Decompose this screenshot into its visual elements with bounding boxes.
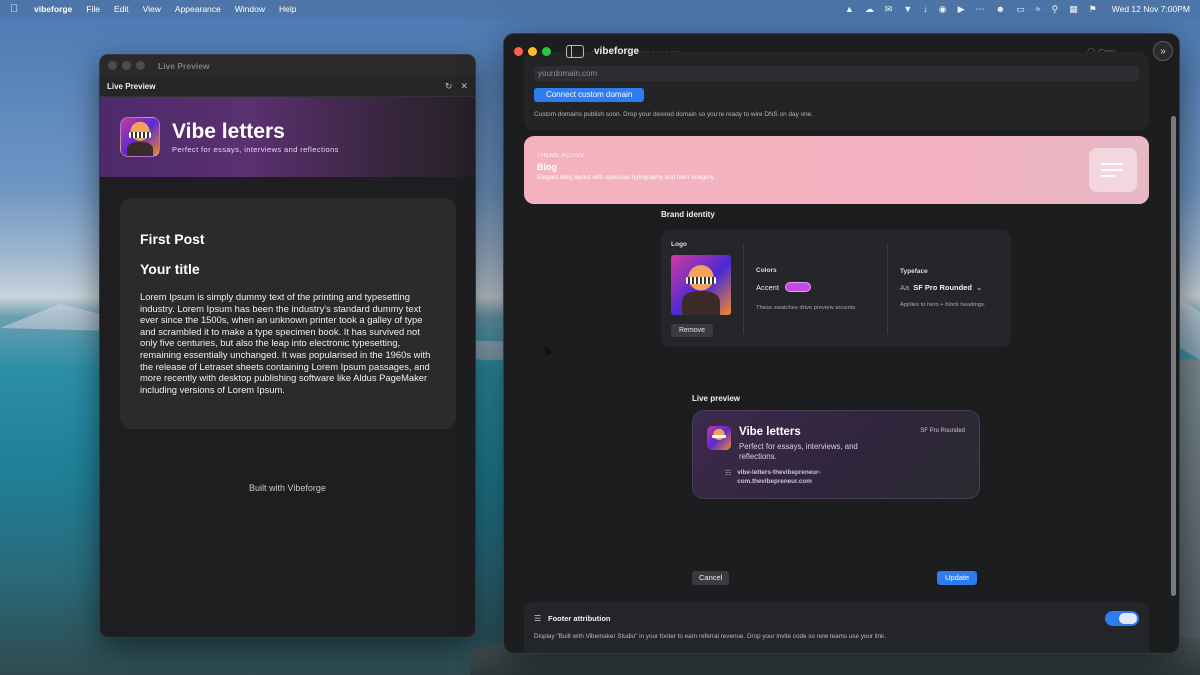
wifi-icon[interactable]: ≈ [1036, 4, 1041, 14]
live-preview-label: Live preview [692, 394, 741, 403]
play-icon[interactable]: ▶ [958, 4, 965, 15]
battery-icon[interactable]: ▭ [1016, 4, 1025, 15]
hero-subtitle: Perfect for essays, interviews and refle… [172, 145, 339, 154]
typeface-prefix: Aa [900, 283, 910, 292]
vibeforge-window: vibeforge the.thevibepreneur.com ◯Copy »… [503, 33, 1180, 654]
colors-note: These swatches drive preview accents. [756, 305, 857, 311]
theme-name: Blog [537, 162, 557, 172]
post-subtitle: Your title [140, 261, 200, 277]
avatar [707, 426, 731, 450]
shield-icon[interactable]: ▼ [903, 4, 912, 14]
typeface-note: Applies to hero + block headings. [900, 302, 986, 308]
refresh-icon[interactable]: ↻ [445, 81, 453, 92]
zoom-button[interactable] [136, 61, 145, 70]
globe-icon: ☷ [725, 470, 732, 477]
menu-window[interactable]: Window [235, 4, 265, 14]
minimize-button[interactable] [528, 46, 537, 56]
apple-menu-icon[interactable]:  [10, 3, 22, 15]
post-title: First Post [140, 231, 205, 247]
typeface-label: Typeface [900, 268, 928, 275]
vibeforge-titlebar[interactable]: vibeforge [504, 34, 1179, 68]
flag-icon[interactable]: ⚑ [1089, 4, 1097, 15]
menu-edit[interactable]: Edit [114, 4, 129, 14]
update-button[interactable]: Update [937, 571, 978, 585]
window-title: Live Preview [158, 60, 210, 71]
text-lines-icon [1089, 148, 1137, 192]
menu-clock[interactable]: Wed 12 Nov 7:00PM [1112, 4, 1190, 14]
menu-file[interactable]: File [86, 4, 100, 14]
footer-attribution-note: Display "Built with Vibemaker Studio" in… [534, 633, 886, 640]
cancel-button[interactable]: Cancel [692, 571, 730, 585]
menu-appearance[interactable]: Appearance [175, 4, 221, 14]
theme-description: Elegant blog layout with spacious typogr… [537, 174, 716, 181]
live-preview-window: Live Preview Live Preview ↻ ✕ Vibe lette… [99, 54, 476, 638]
airdrop-icon[interactable]: ◉ [939, 4, 947, 15]
live-preview-header: Live Preview ↻ ✕ [100, 77, 475, 97]
post-body: Lorem Ipsum is simply dummy text of the … [140, 291, 431, 395]
divider [887, 244, 888, 334]
menu-view[interactable]: View [143, 4, 161, 14]
connect-domain-button[interactable]: Connect custom domain [534, 88, 645, 102]
close-icon[interactable]: ✕ [460, 81, 468, 92]
preview-hero: Vibe letters Perfect for essays, intervi… [100, 97, 475, 177]
brand-identity-label: Brand identity [661, 210, 715, 219]
attribution-icon: ☰ [534, 614, 542, 623]
footer-attribution-card: ☰ Footer attribution Display "Built with… [524, 602, 1149, 653]
sidebar-toggle-icon[interactable] [566, 44, 584, 58]
menu-help[interactable]: Help [279, 4, 296, 14]
control-center-icon[interactable]: ▦ [1069, 4, 1078, 15]
figma-icon[interactable]: ▲ [845, 4, 854, 14]
chevron-down-icon: ⌄ [975, 283, 983, 292]
preview-font-badge: SF Pro Rounded [920, 428, 965, 434]
logo-label: Logo [671, 241, 687, 248]
menu-bar:  vibeforge File Edit View Appearance Wi… [0, 0, 1200, 18]
accent-label: Accent [756, 282, 779, 292]
hero-title: Vibe letters [172, 120, 285, 143]
scrollbar[interactable] [1171, 116, 1176, 596]
search-icon[interactable]: ⚲ [1052, 4, 1059, 15]
cloud-icon[interactable]: ☁ [865, 4, 874, 15]
footer-attribution-toggle[interactable] [1105, 611, 1139, 626]
user-icon[interactable]: ☻ [996, 4, 1005, 14]
typeface-value: SF Pro Rounded [913, 283, 972, 292]
theme-card[interactable]: THEME ACTIVE Blog Elegant blog layout wi… [524, 136, 1149, 204]
theme-kicker: THEME ACTIVE [537, 153, 585, 159]
preview-subtitle: Perfect for essays, interviews, and refl… [739, 442, 858, 461]
preview-url[interactable]: vibe-letters-thevibepreneur-com.thevibep… [737, 469, 857, 486]
domain-input[interactable]: yourdomain.com [534, 66, 1139, 81]
header-label: Live Preview [107, 82, 156, 91]
brand-identity-card: Logo Remove Colors Accent These swatches… [661, 230, 1011, 347]
divider [743, 244, 744, 334]
colors-label: Colors [756, 267, 777, 274]
live-preview-card: Vibe letters Perfect for essays, intervi… [692, 410, 980, 499]
avatar [120, 117, 160, 157]
accent-color-swatch[interactable] [784, 282, 811, 292]
preview-title: Vibe letters [739, 426, 801, 438]
remove-logo-button[interactable]: Remove [671, 324, 714, 337]
filter-icon[interactable]: ↓ [923, 4, 928, 14]
zoom-button[interactable] [542, 46, 551, 56]
close-button[interactable] [108, 61, 117, 70]
footer-attribution-title: Footer attribution [548, 614, 611, 623]
dots-icon[interactable]: ⋯ [976, 4, 985, 15]
menu-app-name[interactable]: vibeforge [34, 4, 72, 14]
window-title: vibeforge [594, 45, 640, 57]
close-button[interactable] [514, 46, 523, 56]
live-preview-titlebar[interactable]: Live Preview [100, 55, 475, 77]
post-card: First Post Your title Lorem Ipsum is sim… [120, 198, 456, 429]
minimize-button[interactable] [122, 61, 131, 70]
logo-image[interactable] [671, 255, 731, 315]
built-with-footer: Built with Vibeforge [249, 483, 326, 493]
domain-note: Custom domains publish soon. Drop your d… [534, 111, 814, 118]
status-area: ▲ ☁ ✉ ▼ ↓ ◉ ▶ ⋯ ☻ ▭ ≈ ⚲ ▦ ⚑ Wed 12 Nov 7… [845, 4, 1190, 15]
typeface-select[interactable]: Aa SF Pro Rounded ⌄ [900, 283, 982, 292]
bell-icon[interactable]: ✉ [885, 4, 893, 15]
